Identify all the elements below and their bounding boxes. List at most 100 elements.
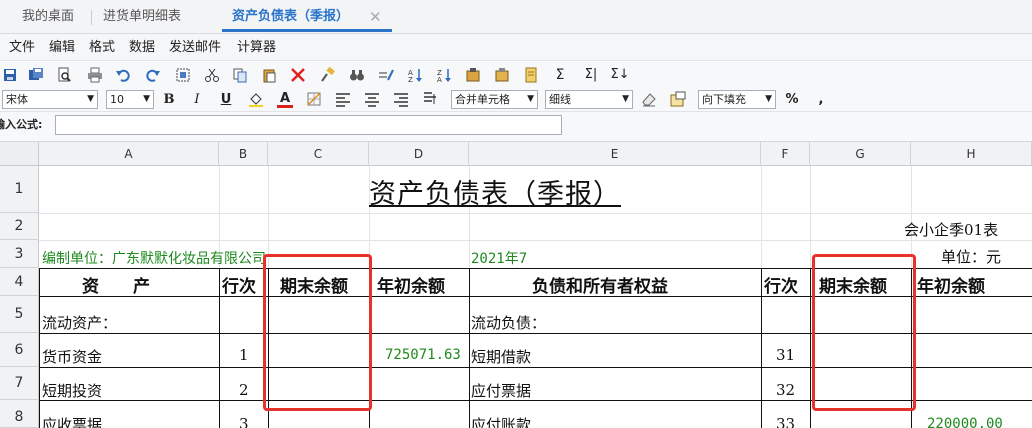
align-right-icon[interactable] xyxy=(393,92,409,108)
header-assets[interactable]: 资 产 xyxy=(82,272,150,297)
header-liabilities-equity[interactable]: 负债和所有者权益 xyxy=(532,272,668,297)
currency-unit[interactable]: 单位：元 xyxy=(941,246,1001,267)
row5-current-assets[interactable]: 流动资产： xyxy=(42,312,117,333)
merge-cells-select[interactable]: 合并单元格 ▼ xyxy=(451,90,538,109)
sort-ascending-icon[interactable]: AZ xyxy=(407,67,423,83)
row-header-2[interactable]: 2 xyxy=(0,213,39,240)
tab-my-desktop[interactable]: 我的桌面 xyxy=(22,0,74,34)
align-left-icon[interactable] xyxy=(335,92,351,108)
border-style-select[interactable]: 细线 ▼ xyxy=(545,90,633,109)
column-header-f[interactable]: F xyxy=(761,142,810,166)
fill-color-icon[interactable] xyxy=(248,91,264,107)
reporting-unit[interactable]: 编制单位：广东默默化妆品有限公司 xyxy=(42,248,266,268)
insert-column-icon[interactable] xyxy=(494,67,510,83)
cut-icon[interactable] xyxy=(204,67,220,83)
fill-down-select[interactable]: 向下填充 ▼ xyxy=(698,90,776,109)
sort-descending-icon[interactable]: ZA xyxy=(436,67,452,83)
menu-edit[interactable]: 编辑 xyxy=(49,34,75,61)
menu-send-mail[interactable]: 发送邮件 xyxy=(169,34,221,61)
reporting-period[interactable]: 2021年7 xyxy=(471,248,527,268)
row-header-8[interactable]: 8 xyxy=(0,400,39,428)
row6-line-no[interactable]: 1 xyxy=(239,346,249,364)
print-preview-icon[interactable] xyxy=(56,67,72,83)
header-begin-balance[interactable]: 年初余额 xyxy=(377,272,445,297)
font-family-select[interactable]: 宋体 ▼ xyxy=(2,90,98,109)
row7-short-term-investments[interactable]: 短期投资 xyxy=(42,380,102,401)
copy-icon[interactable] xyxy=(232,67,248,83)
column-header-e[interactable]: E xyxy=(469,142,761,166)
select-all-corner[interactable] xyxy=(0,142,39,166)
header-line-no-2[interactable]: 行次 xyxy=(764,272,798,297)
merge-cells-value: 合并单元格 xyxy=(455,93,510,106)
paste-icon[interactable] xyxy=(261,67,277,83)
column-header-b[interactable]: B xyxy=(219,142,268,166)
tab-purchase-details[interactable]: 进货单明细表 xyxy=(103,0,181,34)
menu-format[interactable]: 格式 xyxy=(89,34,115,61)
row-header-4[interactable]: 4 xyxy=(0,268,39,296)
header-line-no[interactable]: 行次 xyxy=(222,272,256,297)
row8-notes-receivable[interactable]: 应收票据 xyxy=(42,414,102,428)
row6-line-no-2[interactable]: 31 xyxy=(776,346,795,364)
underline-button[interactable]: U xyxy=(218,91,234,109)
save-as-icon[interactable] xyxy=(28,67,44,83)
redo-icon[interactable] xyxy=(145,67,161,83)
sheet-title[interactable]: 资产负债表（季报） xyxy=(369,172,621,211)
formula-input[interactable] xyxy=(55,115,562,135)
row-header-7[interactable]: 7 xyxy=(0,367,39,400)
highlight-end-balance-assets xyxy=(263,254,372,411)
chevron-down-icon: ▼ xyxy=(527,94,534,104)
menu-file[interactable]: 文件 xyxy=(9,34,35,61)
save-icon[interactable] xyxy=(2,67,18,83)
menu-calculator[interactable]: 计算器 xyxy=(237,34,276,61)
insert-row-icon[interactable] xyxy=(465,67,481,83)
row6-short-term-loans[interactable]: 短期借款 xyxy=(471,346,531,367)
row7-line-no[interactable]: 2 xyxy=(239,381,249,399)
gridline xyxy=(39,213,1032,214)
row7-line-no-2[interactable]: 32 xyxy=(776,381,795,399)
cell-style-icon[interactable] xyxy=(670,91,686,107)
border-icon[interactable] xyxy=(306,91,322,107)
find-icon[interactable] xyxy=(349,67,365,83)
row8-begin-balance-2[interactable]: 220000.00 xyxy=(927,416,1003,428)
column-sum-icon[interactable]: Σ| xyxy=(581,67,601,83)
row7-notes-payable[interactable]: 应付票据 xyxy=(471,380,531,401)
select-all-icon[interactable] xyxy=(175,67,191,83)
row8-line-no-2[interactable]: 33 xyxy=(776,415,795,428)
row-header-6[interactable]: 6 xyxy=(0,333,39,367)
form-code[interactable]: 会小企季01表 xyxy=(904,219,998,240)
row5-current-liabilities[interactable]: 流动负债： xyxy=(471,312,546,333)
row-header-1[interactable]: 1 xyxy=(0,166,39,213)
row8-line-no[interactable]: 3 xyxy=(239,415,249,428)
row-header-5[interactable]: 5 xyxy=(0,296,39,333)
column-header-h[interactable]: H xyxy=(911,142,1032,166)
replace-icon[interactable] xyxy=(378,67,394,83)
italic-button[interactable]: I xyxy=(189,91,205,109)
tab-bar: 我的桌面 进货单明细表 资产负债表（季报） ✕ xyxy=(0,0,1032,34)
print-icon[interactable] xyxy=(87,67,103,83)
column-header-g[interactable]: G xyxy=(810,142,911,166)
document-icon[interactable] xyxy=(523,67,539,83)
font-color-button[interactable]: A xyxy=(277,91,293,108)
spreadsheet-grid[interactable]: A B C D E F G H 1 2 3 4 5 6 7 8 资产负债表（季报… xyxy=(0,142,1032,428)
header-begin-balance-2[interactable]: 年初余额 xyxy=(917,272,985,297)
menu-data[interactable]: 数据 xyxy=(129,34,155,61)
sum-icon[interactable]: Σ xyxy=(552,67,568,83)
eraser-icon[interactable] xyxy=(641,91,657,107)
delete-icon[interactable] xyxy=(290,67,306,83)
column-header-d[interactable]: D xyxy=(369,142,469,166)
row8-accounts-payable[interactable]: 应付账款 xyxy=(471,414,531,428)
column-header-c[interactable]: C xyxy=(268,142,369,166)
row6-begin-balance[interactable]: 725071.63 xyxy=(385,347,461,363)
percent-button[interactable]: % xyxy=(784,91,800,109)
undo-icon[interactable] xyxy=(115,67,131,83)
format-painter-icon[interactable] xyxy=(320,67,336,83)
bold-button[interactable]: B xyxy=(161,91,177,109)
column-header-a[interactable]: A xyxy=(39,142,219,166)
comma-button[interactable]: , xyxy=(813,91,829,109)
font-size-select[interactable]: 10 ▼ xyxy=(106,90,154,109)
align-center-icon[interactable] xyxy=(364,92,380,108)
row6-cash[interactable]: 货币资金 xyxy=(42,346,102,367)
row-header-3[interactable]: 3 xyxy=(0,240,39,268)
wrap-text-icon[interactable] xyxy=(422,91,438,107)
row-sum-icon[interactable]: Σ↓ xyxy=(610,67,630,83)
